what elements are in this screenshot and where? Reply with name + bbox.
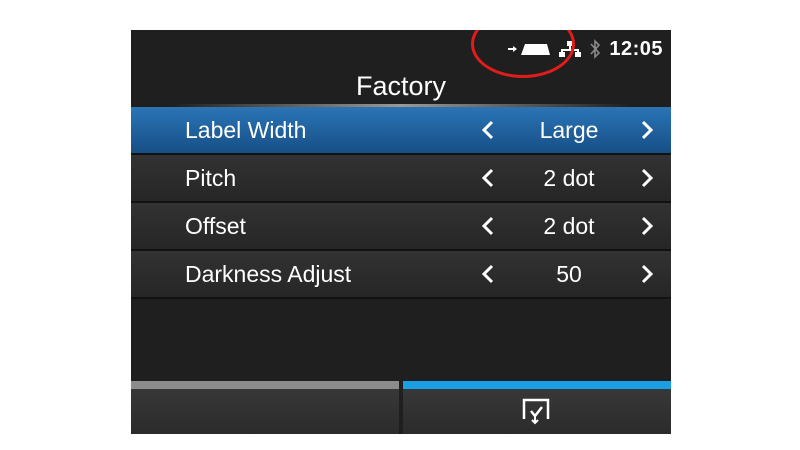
chevron-right-icon[interactable] [635,107,659,153]
chevron-left-icon[interactable] [476,203,500,249]
settings-menu: Label Width Large Pitch 2 dot Offset 2 d… [131,107,671,299]
page-title: Factory [355,71,447,101]
footer-right-accent [403,381,671,389]
menu-item-label: Pitch [185,165,237,191]
footer-right-button[interactable] [403,381,671,434]
menu-item-label: Offset [185,213,246,239]
menu-item-pitch[interactable]: Pitch 2 dot [131,155,671,203]
network-icon [559,41,582,57]
chevron-left-icon[interactable] [476,251,500,297]
menu-item-value: Large [539,117,599,143]
menu-item-label-width[interactable]: Label Width Large [131,107,671,155]
bluetooth-icon [590,39,601,59]
print-check-icon [522,398,550,425]
clock: 12:05 [609,37,663,60]
menu-item-label: Darkness Adjust [185,261,352,287]
chevron-left-icon[interactable] [476,107,500,153]
menu-item-value: 2 dot [543,165,595,191]
footer-left-button[interactable] [131,381,399,434]
menu-item-value: 2 dot [543,213,595,239]
chevron-left-icon[interactable] [476,155,500,201]
footer-bar [131,381,671,434]
status-bar: 12:05 [131,30,671,78]
chevron-right-icon[interactable] [635,155,659,201]
menu-item-offset[interactable]: Offset 2 dot [131,203,671,251]
chevron-right-icon[interactable] [635,203,659,249]
menu-item-label: Label Width [185,117,307,143]
chevron-right-icon[interactable] [635,251,659,297]
media-feed-icon [508,44,551,55]
menu-item-value: 50 [556,261,582,287]
printer-display: 12:05 Factory Label Width Large Pitch 2 … [131,30,671,434]
status-icons: 12:05 [507,36,663,62]
footer-left-accent [131,381,399,389]
menu-item-darkness-adjust[interactable]: Darkness Adjust 50 [131,251,671,299]
